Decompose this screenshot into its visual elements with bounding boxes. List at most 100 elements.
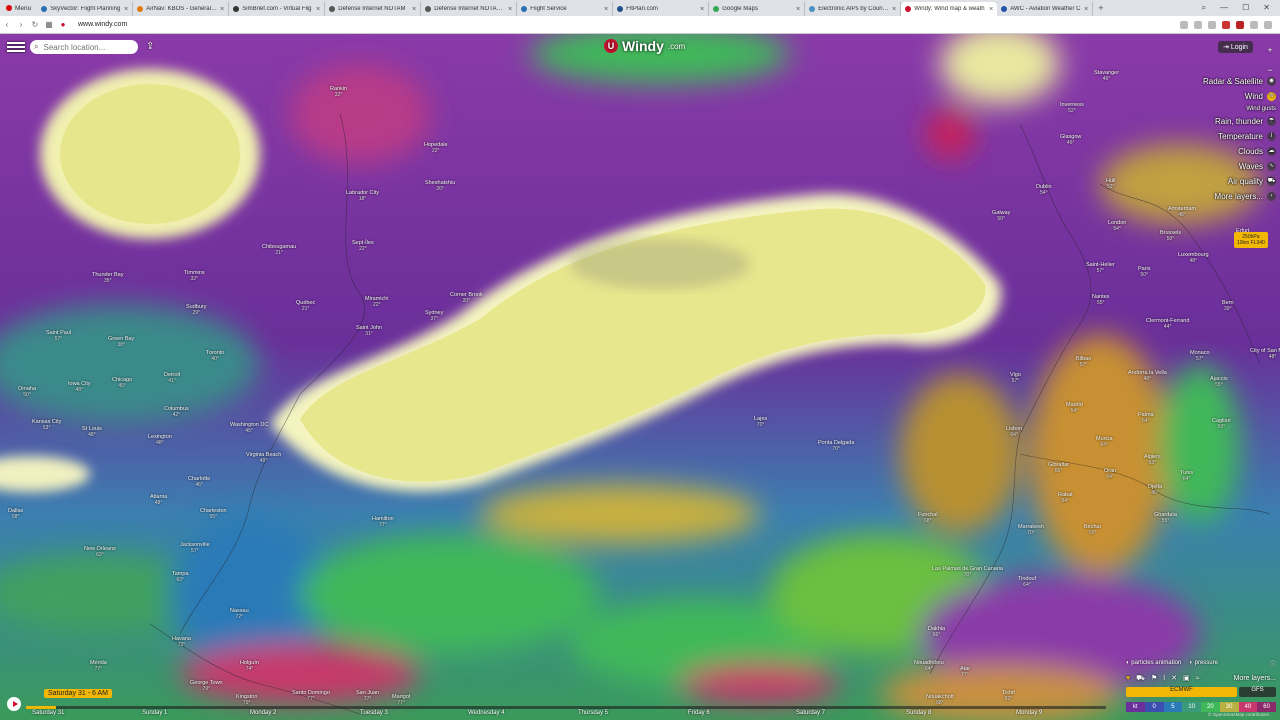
forward-button[interactable]: ›	[14, 20, 28, 29]
search-input[interactable]	[41, 41, 130, 53]
flag-icon[interactable]: ⚑	[1151, 674, 1157, 682]
zoom-in-button[interactable]: +	[1264, 40, 1276, 60]
city-label[interactable]: Corner Brook 20°	[450, 292, 483, 304]
city-label[interactable]: Lajes 70°	[754, 416, 767, 428]
tab-close-icon[interactable]: ×	[220, 6, 224, 13]
city-label[interactable]: New Orleans 63°	[84, 546, 116, 558]
tab-close-icon[interactable]: ×	[1084, 6, 1088, 13]
weather-map[interactable]: Rankin 32° Hopedale 22° Labrador City 18° Shes…	[0, 34, 1280, 720]
city-label[interactable]: Vigo 57°	[1010, 372, 1021, 384]
adblock-icon[interactable]	[1236, 20, 1244, 29]
city-label[interactable]: Toronto 40°	[206, 350, 224, 362]
city-label[interactable]: Bilbao 57°	[1076, 356, 1091, 368]
timeline-day[interactable]: Friday 6	[688, 710, 710, 716]
particles-toggle[interactable]: ◐ particles animation	[1126, 660, 1181, 666]
extension-icon[interactable]	[1222, 20, 1230, 29]
city-label[interactable]: Iowa City 48°	[68, 381, 91, 393]
city-label[interactable]: City of San Marino48°	[1250, 348, 1280, 360]
tab-close-icon[interactable]: ×	[892, 6, 896, 13]
city-label[interactable]: St Louis 48°	[82, 426, 102, 438]
city-label[interactable]: Rabat 64°	[1058, 492, 1073, 504]
maximize-button[interactable]: ☐	[1242, 3, 1249, 13]
browser-tab[interactable]: Flight Service ×	[517, 2, 614, 16]
city-label[interactable]: Jacksonville 57°	[180, 542, 210, 554]
city-label[interactable]: Tunis 64°	[1180, 470, 1193, 482]
city-label[interactable]: Nantes 55°	[1092, 294, 1109, 306]
city-label[interactable]: Monaco 57°	[1190, 350, 1210, 362]
url-field[interactable]: www.windy.com	[78, 21, 127, 28]
city-label[interactable]: Saint Paul 57°	[46, 330, 71, 342]
city-label[interactable]: Brussels 50°	[1160, 230, 1181, 242]
timeline-day[interactable]: Saturday 31	[32, 710, 64, 716]
city-label[interactable]: Detroit 41°	[164, 372, 180, 384]
city-label[interactable]: Tampa 63°	[172, 571, 189, 583]
gust-icon[interactable]: ≈	[1196, 675, 1200, 682]
city-label[interactable]: Columbus 42°	[164, 406, 189, 418]
timeline-day[interactable]: Wednesday 4	[468, 710, 505, 716]
city-label[interactable]: Stavanger 46°	[1094, 70, 1119, 82]
city-label[interactable]: Chicago 45°	[112, 377, 132, 389]
timeline-day[interactable]: Sunday 8	[906, 710, 931, 716]
favorite-icon[interactable]: ♥	[1126, 675, 1130, 682]
city-label[interactable]: Virginia Beach 49°	[246, 452, 281, 464]
city-label[interactable]: Charleston 55°	[200, 508, 227, 520]
more-layers-link[interactable]: More layers...	[1234, 675, 1276, 682]
city-label[interactable]: Nassau 72°	[230, 608, 249, 620]
city-label[interactable]: Ajaccio 55°	[1210, 376, 1228, 388]
browser-tab[interactable]: SimBrief.com - Virtual Flig ×	[229, 2, 326, 16]
browser-tab[interactable]: Defense Internet NOTAM S ×	[421, 2, 518, 16]
city-label[interactable]: Omaha 50°	[18, 386, 36, 398]
browser-tab[interactable]: Electronic AIPs by Country ×	[805, 2, 902, 16]
city-label[interactable]: Clermont-Ferrand 44°	[1146, 318, 1189, 330]
city-label[interactable]: Hull 52°	[1106, 178, 1115, 190]
city-label[interactable]: Galway 50°	[992, 210, 1010, 222]
city-label[interactable]: Lisbon 64°	[1006, 426, 1022, 438]
tab-close-icon[interactable]: ×	[796, 6, 800, 13]
layer-item[interactable]: Rain, thunder ☂	[1180, 114, 1276, 129]
close-window-button[interactable]: ✕	[1263, 3, 1270, 13]
city-label[interactable]: San Juan 77°	[356, 690, 379, 702]
city-label[interactable]: Cagliari 59°	[1212, 418, 1231, 430]
city-label[interactable]: Mérida 77°	[90, 660, 107, 672]
city-label[interactable]: Rankin 32°	[330, 86, 347, 98]
timeline-day[interactable]: Saturday 7	[796, 710, 825, 716]
city-label[interactable]: Glasgow 46°	[1060, 134, 1081, 146]
city-label[interactable]: Nouakchott 68°	[926, 694, 954, 706]
city-label[interactable]: Labrador City 18°	[346, 190, 379, 202]
camera-icon[interactable]: ▣	[1183, 674, 1190, 682]
browser-tab[interactable]: Google Maps ×	[709, 2, 806, 16]
city-label[interactable]: Sheshatshiu 20°	[425, 180, 455, 192]
back-button[interactable]: ‹	[0, 20, 14, 29]
camera-icon[interactable]	[1180, 20, 1188, 29]
city-label[interactable]: Luxembourg 48°	[1178, 252, 1209, 264]
layer-item[interactable]: Waves ∿	[1180, 159, 1276, 174]
browser-menu-button[interactable]: Menu	[0, 0, 37, 16]
download-icon[interactable]	[1250, 20, 1258, 29]
info-icon[interactable]: ⓘ	[1270, 659, 1276, 668]
browser-tab[interactable]: AWC - Aviation Weather C ×	[997, 2, 1094, 16]
car-icon[interactable]: ⛟	[1136, 674, 1145, 683]
city-label[interactable]: Atlanta 48°	[150, 494, 167, 506]
city-label[interactable]: Béchar 50°	[1084, 524, 1101, 536]
layer-item[interactable]: Radar & Satellite ◉	[1180, 74, 1276, 89]
city-label[interactable]: Santo Domingo 77°	[292, 690, 330, 702]
city-label[interactable]: Marrakesh 70°	[1018, 524, 1044, 536]
city-label[interactable]: Madrid 54°	[1066, 402, 1083, 414]
city-label[interactable]: Atar 77°	[960, 666, 970, 678]
city-label[interactable]: Charlotte 46°	[188, 476, 210, 488]
reload-button[interactable]: ↻	[28, 20, 42, 29]
timeline-day[interactable]: Monday 9	[1016, 710, 1042, 716]
city-label[interactable]: Sydney 37°	[425, 310, 443, 322]
city-label[interactable]: Murcia 64°	[1096, 436, 1113, 448]
city-label[interactable]: Québec 21°	[296, 300, 315, 312]
pressure-toggle[interactable]: ◐ pressure	[1189, 660, 1218, 666]
city-label[interactable]: Palma 64°	[1138, 412, 1154, 424]
city-label[interactable]: Funchal 68°	[918, 512, 938, 524]
layer-item[interactable]: More layers... ‹	[1180, 189, 1276, 204]
timeline-day[interactable]: Sunday 1	[142, 710, 167, 716]
main-menu-button[interactable]	[7, 40, 25, 54]
timeline-day[interactable]: Monday 2	[250, 710, 276, 716]
timeline-track[interactable]	[26, 706, 1106, 709]
model-ecmwf[interactable]: ECMWF	[1126, 687, 1237, 697]
city-label[interactable]: Holguín 74°	[240, 660, 259, 672]
